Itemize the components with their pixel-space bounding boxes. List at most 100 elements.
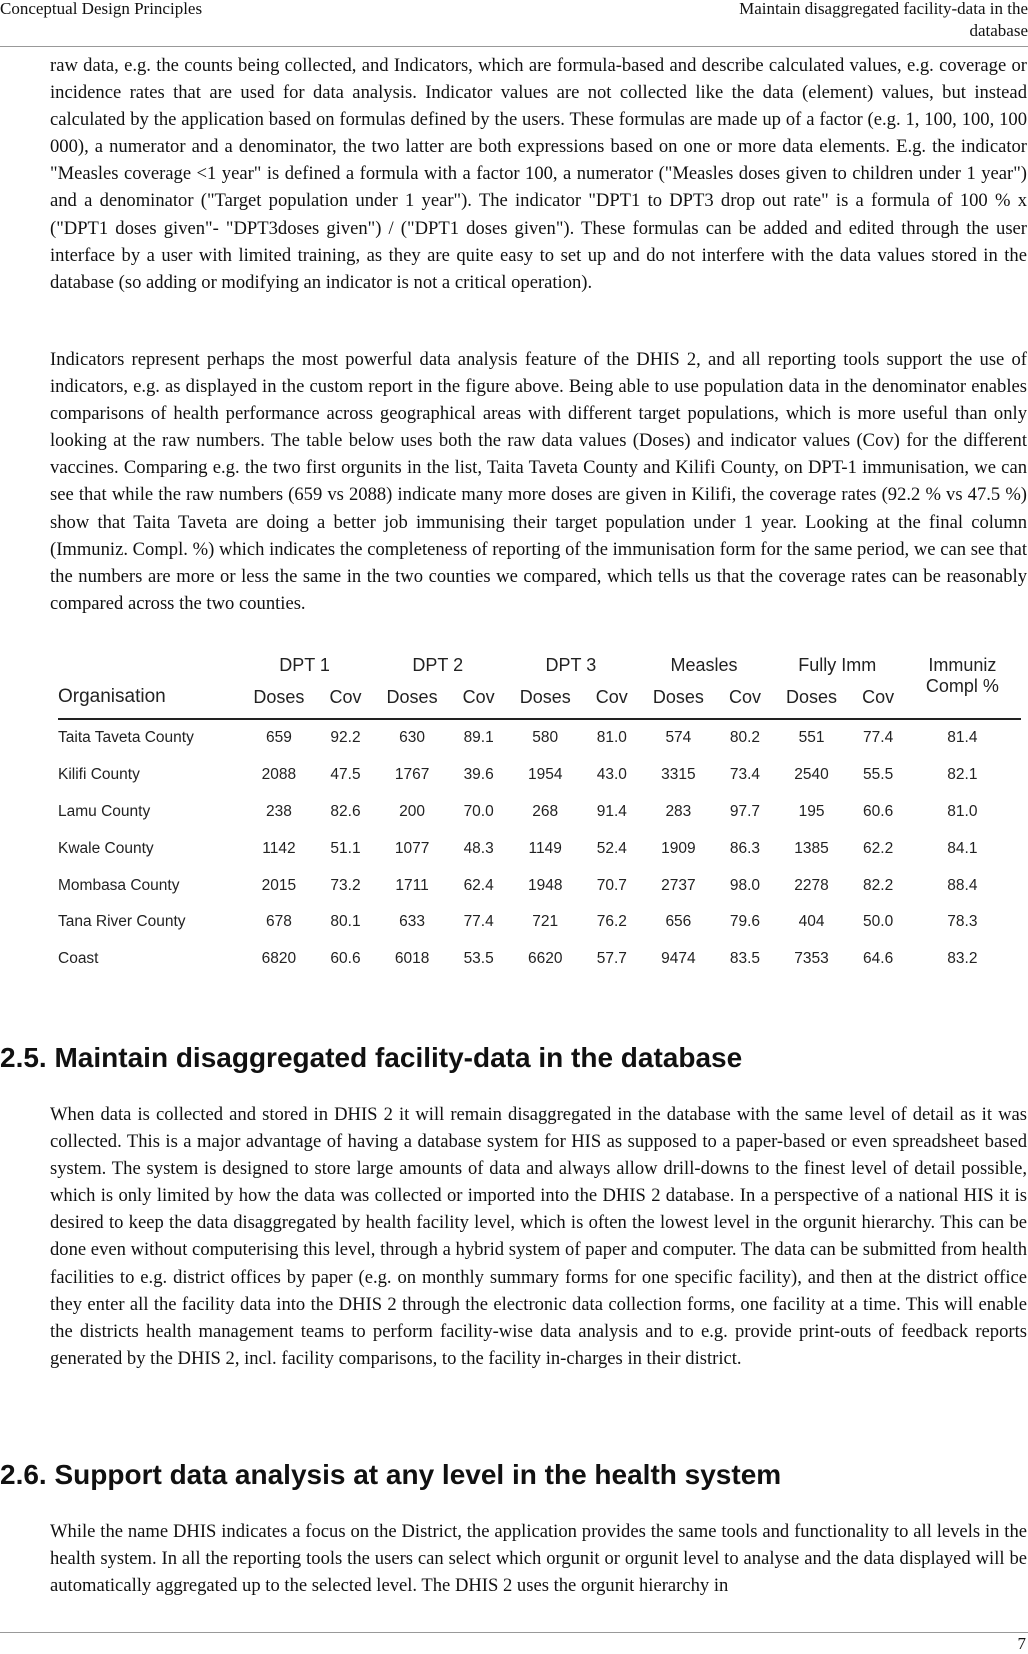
table-cell: 79.6 xyxy=(729,913,761,931)
table-cell: 89.1 xyxy=(463,729,494,747)
table-row: Lamu County 238 82.6 200 70.0 268 91.4 283 97.7 1… xyxy=(58,794,1021,831)
table-cell: 81.0 xyxy=(947,802,978,820)
table-cell: 48.3 xyxy=(463,839,494,857)
org-header: Organisation xyxy=(58,676,238,720)
table-cell: 1077 xyxy=(394,839,430,857)
table-cell: 1767 xyxy=(394,766,430,784)
compl-header: Compl % xyxy=(903,676,1021,720)
table-cell: 73.2 xyxy=(330,876,361,894)
table-cell: 62.2 xyxy=(863,839,894,857)
table-cell: 51.1 xyxy=(330,839,361,857)
table-cell: 64.6 xyxy=(863,950,894,968)
table-cell: 3315 xyxy=(661,766,696,784)
table-cell: 43.0 xyxy=(596,766,627,784)
table-cell: 2737 xyxy=(661,876,696,894)
table-cell: 88.4 xyxy=(947,876,978,894)
table-row: Kwale County 1142 51.1 1077 48.3 1149 52.4 1909… xyxy=(58,830,1021,867)
page-header: Conceptual Design Principles Maintain di… xyxy=(0,0,1028,47)
subheader-doses: Doses xyxy=(637,676,720,720)
table-cell: 80.1 xyxy=(330,913,361,931)
table-cell: 39.6 xyxy=(463,766,494,784)
table-cell: 659 xyxy=(265,729,292,747)
org-name: Lamu County xyxy=(58,802,151,820)
table-cell: 98.0 xyxy=(729,876,761,894)
table-cell: 1142 xyxy=(262,839,296,857)
table-cell: 6018 xyxy=(394,950,430,968)
subheader-doses: Doses xyxy=(371,676,453,720)
table-cell: 77.4 xyxy=(863,729,894,747)
page-number: 7 xyxy=(1017,1634,1027,1653)
paragraph-any-level: While the name DHIS indicates a focus on… xyxy=(50,1521,1027,1597)
table-cell: 200 xyxy=(399,802,425,820)
table-cell: 2015 xyxy=(261,876,297,894)
table-row: Mombasa County 2015 73.2 1711 62.4 1948 70.7 27… xyxy=(58,867,1021,904)
table-cell: 53.5 xyxy=(463,950,494,968)
table-cell: 81.0 xyxy=(596,729,627,747)
subheader-doses: Doses xyxy=(238,676,320,720)
subheader-cov: Cov xyxy=(452,676,505,720)
table-cell: 1909 xyxy=(661,839,696,857)
table-cell: 55.5 xyxy=(863,766,894,784)
header-section: Maintain disaggregated facility-data in … xyxy=(739,0,1028,40)
group-header: DPT 3 xyxy=(545,655,597,675)
table-cell: 580 xyxy=(532,729,559,747)
group-header: DPT 1 xyxy=(279,655,330,675)
table-cell: 82.2 xyxy=(863,876,894,894)
table-cell: 97.7 xyxy=(729,802,761,820)
table-cell: 70.0 xyxy=(463,802,494,820)
table-cell: 2088 xyxy=(261,766,297,784)
table-cell: 91.4 xyxy=(596,802,627,820)
table-cell: 268 xyxy=(532,802,559,820)
table-cell: 83.5 xyxy=(729,950,761,968)
table-cell: 1954 xyxy=(527,766,563,784)
table-cell: 80.2 xyxy=(729,729,761,747)
table-cell: 78.3 xyxy=(947,913,978,931)
table-cell: 81.4 xyxy=(947,729,978,747)
subheader-cov: Cov xyxy=(319,676,372,720)
subheader-cov: Cov xyxy=(719,676,771,720)
table-cell: 630 xyxy=(399,729,425,747)
section-heading: 2.5. Maintain disaggregated facility-dat… xyxy=(0,1042,743,1073)
table-row: Tana River County 678 80.1 633 77.4 721 76.2 65… xyxy=(58,904,1021,941)
table-cell: 60.6 xyxy=(863,802,894,820)
subheader-doses: Doses xyxy=(504,676,587,720)
table-cell: 574 xyxy=(665,729,692,747)
table-cell: 52.4 xyxy=(596,839,627,857)
table-cell: 1149 xyxy=(528,839,562,857)
subheader-doses: Doses xyxy=(770,676,853,720)
table-cell: 6820 xyxy=(261,950,297,968)
table-cell: 82.6 xyxy=(330,802,361,820)
table-cell: 7353 xyxy=(794,950,829,968)
table-cell: 50.0 xyxy=(863,913,894,931)
table-row: Coast 6820 60.6 6018 53.5 6620 57.7 9474 83.5 735… xyxy=(58,941,1021,978)
immunisation-table: DPT 1 DPT 2 DPT 3 Measles Fully Imm Immu… xyxy=(58,652,1021,978)
table-cell: 77.4 xyxy=(463,913,494,931)
footer-divider xyxy=(0,1632,1028,1633)
table-cell: 47.5 xyxy=(330,766,361,784)
group-header: Measles xyxy=(670,655,738,675)
org-name: Coast xyxy=(58,950,99,968)
table-cell: 633 xyxy=(399,913,425,931)
table-cell: 678 xyxy=(265,913,292,931)
org-name: Mombasa County xyxy=(58,876,180,894)
table-cell: 92.2 xyxy=(330,729,361,747)
table-cell: 84.1 xyxy=(947,839,978,857)
table-cell: 721 xyxy=(532,913,559,931)
paragraph-indicator-analysis: Indicators represent perhaps the most po… xyxy=(50,349,1027,614)
header-chapter: Conceptual Design Principles xyxy=(0,0,203,18)
paragraph-indicators: raw data, e.g. the counts being collecte… xyxy=(50,55,1027,293)
table-cell: 60.6 xyxy=(330,950,361,968)
group-header: DPT 2 xyxy=(412,655,464,675)
table-cell: 2278 xyxy=(794,876,829,894)
table-cell: 238 xyxy=(265,802,292,820)
group-header: Fully Imm xyxy=(798,655,877,675)
org-name: Taita Taveta County xyxy=(58,729,194,747)
table-cell: 6620 xyxy=(527,950,563,968)
paragraph-disaggregated: When data is collected and stored in DHI… xyxy=(50,1104,1027,1369)
table-cell: 195 xyxy=(798,802,825,820)
table-cell: 656 xyxy=(665,913,692,931)
table-cell: 283 xyxy=(665,802,692,820)
group-header: Immuniz xyxy=(928,655,997,675)
org-name: Kwale County xyxy=(58,839,154,857)
table-cell: 82.1 xyxy=(947,766,978,784)
